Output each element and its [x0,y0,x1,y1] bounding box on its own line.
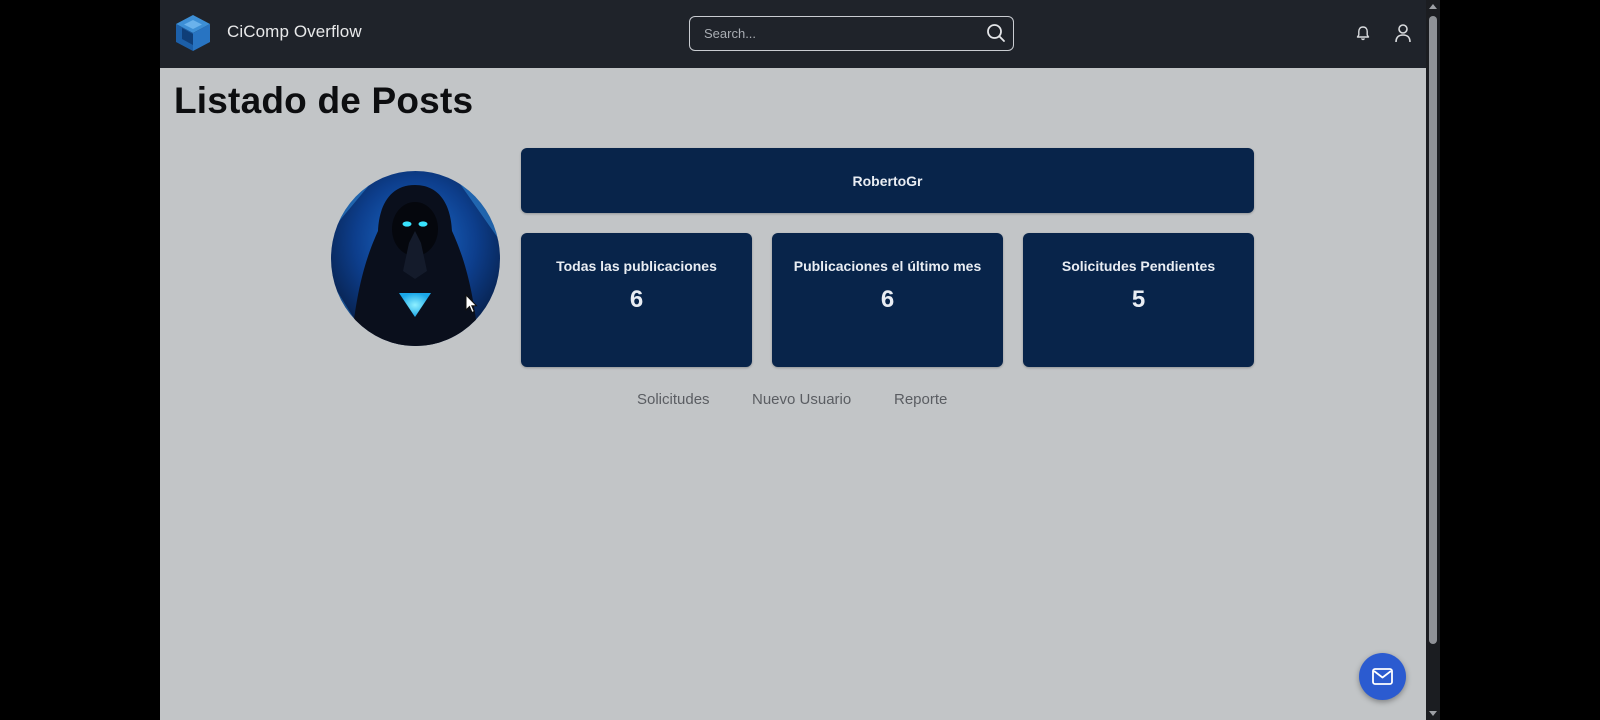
browser-viewport: CiComp Overflow Listado de Posts [160,0,1440,720]
scroll-down-arrow-icon[interactable] [1429,711,1437,716]
logo-icon[interactable] [174,13,212,53]
avatar [331,171,500,346]
nuevo-usuario-link[interactable]: Nuevo Usuario [752,391,851,408]
brand-name[interactable]: CiComp Overflow [227,22,362,42]
username-label: RobertoGr [852,172,923,189]
stat-value: 6 [629,286,644,313]
solicitudes-link[interactable]: Solicitudes [637,391,710,408]
top-navbar: CiComp Overflow [160,0,1426,68]
mouse-cursor-icon [465,294,478,314]
stat-label: Publicaciones el último mes [793,258,982,274]
search-icon[interactable] [986,23,1006,43]
scroll-up-arrow-icon[interactable] [1429,4,1437,9]
stat-label: Todas las publicaciones [556,258,717,274]
stat-card-pending-requests: Solicitudes Pendientes 5 [1023,233,1254,367]
stat-value: 5 [1131,286,1146,313]
page-title: Listado de Posts [174,80,474,121]
username-card: RobertoGr [521,148,1254,213]
action-links: Solicitudes Nuevo Usuario Reporte [160,391,1426,411]
scroll-thumb[interactable] [1429,16,1437,644]
stat-value: 6 [880,286,895,313]
search-box[interactable] [689,16,1014,51]
user-icon[interactable] [1394,23,1412,43]
stat-label: Solicitudes Pendientes [1061,258,1216,274]
bell-icon[interactable] [1355,25,1371,42]
search-input[interactable] [690,17,970,49]
mail-icon [1372,668,1393,685]
stat-card-last-month-posts: Publicaciones el último mes 6 [772,233,1003,367]
reporte-link[interactable]: Reporte [894,391,947,408]
scrollbar[interactable] [1426,0,1440,720]
stat-card-all-posts: Todas las publicaciones 6 [521,233,752,367]
mail-fab-button[interactable] [1359,653,1406,700]
